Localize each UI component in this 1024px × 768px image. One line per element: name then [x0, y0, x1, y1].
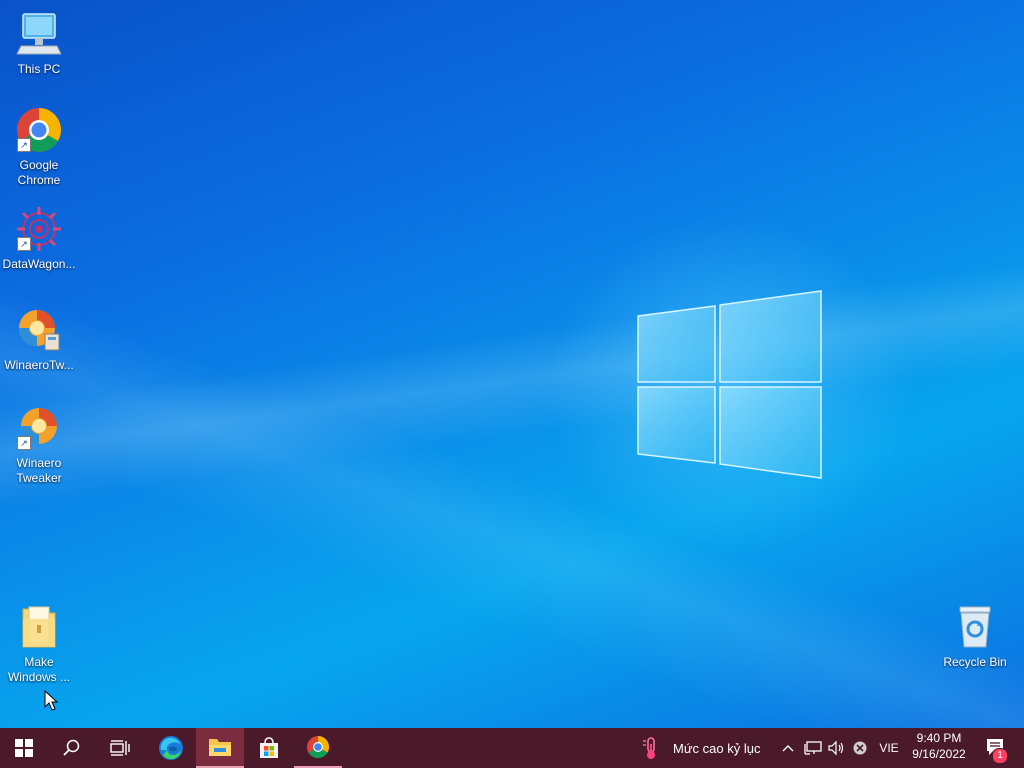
taskbar-edge-button[interactable] [147, 728, 195, 768]
desktop-icon-this-pc[interactable]: This PC [1, 10, 77, 77]
search-icon [63, 739, 80, 756]
action-center-button[interactable]: 1 [976, 728, 1016, 768]
shortcut-arrow-icon: ↗ [17, 436, 31, 450]
edge-icon [159, 736, 183, 760]
chrome-icon [307, 736, 329, 758]
shortcut-arrow-icon: ↗ [17, 237, 31, 251]
weather-widget[interactable]: Mức cao kỷ lục [640, 728, 770, 768]
windows-wallpaper-logo [637, 290, 822, 479]
wallpaper-light-beam [0, 0, 1024, 728]
task-view-button[interactable] [96, 728, 144, 768]
language-indicator: VIE [879, 741, 899, 755]
datawagon-icon: ↗ [15, 205, 63, 253]
desktop-icon-label: DataWagon... [2, 257, 76, 271]
clock-time: 9:40 PM [916, 731, 962, 745]
file-explorer-icon [209, 739, 231, 756]
taskbar-file-explorer-button[interactable] [196, 728, 244, 768]
clock-date: 9/16/2022 [912, 747, 966, 761]
desktop-wallpaper[interactable]: This PC ↗ Google Chrome ↗ DataWagon... W… [0, 0, 1024, 728]
folder-icon [15, 603, 63, 651]
wallpaper-light-beam-2 [0, 0, 1024, 728]
desktop-icon-google-chrome[interactable]: ↗ Google Chrome [1, 106, 77, 188]
task-view-icon [110, 740, 130, 756]
computer-icon [15, 10, 63, 58]
notification-count-badge: 1 [992, 748, 1008, 764]
desktop-icon-label: This PC [17, 62, 61, 76]
volume-button[interactable] [826, 728, 848, 768]
taskbar: Mức cao kỷ lục VIE 9:40 PM 9/16/2022 1 [0, 728, 1024, 768]
mouse-cursor-icon [44, 690, 59, 711]
chevron-up-icon [782, 745, 794, 752]
desktop-icon-make-windows[interactable]: Make Windows ... [1, 603, 77, 685]
microsoft-store-icon [260, 737, 278, 758]
recycle-bin-icon [951, 603, 999, 651]
desktop-icon-label: Make Windows ... [7, 655, 70, 684]
speaker-icon [828, 740, 844, 756]
taskbar-microsoft-store-button[interactable] [245, 728, 293, 768]
close-circle-icon [853, 741, 867, 755]
chrome-icon: ↗ [15, 106, 63, 154]
desktop-icon-label: WinaeroTw... [4, 358, 74, 372]
show-hidden-icons-button[interactable] [778, 728, 798, 768]
clock-button[interactable]: 9:40 PM 9/16/2022 [904, 730, 974, 762]
desktop-icon-winaerotweaker-setup[interactable]: WinaeroTw... [1, 306, 77, 373]
start-button[interactable] [0, 728, 48, 768]
network-button[interactable] [802, 728, 824, 768]
winaero-tweaker-icon [15, 306, 63, 354]
search-button[interactable] [48, 728, 96, 768]
desktop-icon-label: Recycle Bin [943, 655, 1007, 669]
shortcut-arrow-icon: ↗ [17, 138, 31, 152]
windows-start-icon [15, 739, 33, 757]
thermometer-icon [643, 737, 655, 759]
desktop-icon-winaero-tweaker[interactable]: ↗ Winaero Tweaker [1, 404, 77, 486]
desktop-icon-label: Winaero Tweaker [16, 456, 62, 485]
status-button[interactable] [850, 728, 870, 768]
weather-text: Mức cao kỷ lục [673, 741, 761, 756]
desktop-icon-label: Google Chrome [17, 158, 61, 187]
desktop-icon-datawagon[interactable]: ↗ DataWagon... [1, 205, 77, 272]
input-language-button[interactable]: VIE [874, 728, 904, 768]
desktop-icon-recycle-bin[interactable]: Recycle Bin [937, 603, 1013, 670]
winaero-tweaker-icon: ↗ [15, 404, 63, 452]
taskbar-chrome-button[interactable] [294, 728, 342, 768]
network-icon [804, 741, 822, 755]
